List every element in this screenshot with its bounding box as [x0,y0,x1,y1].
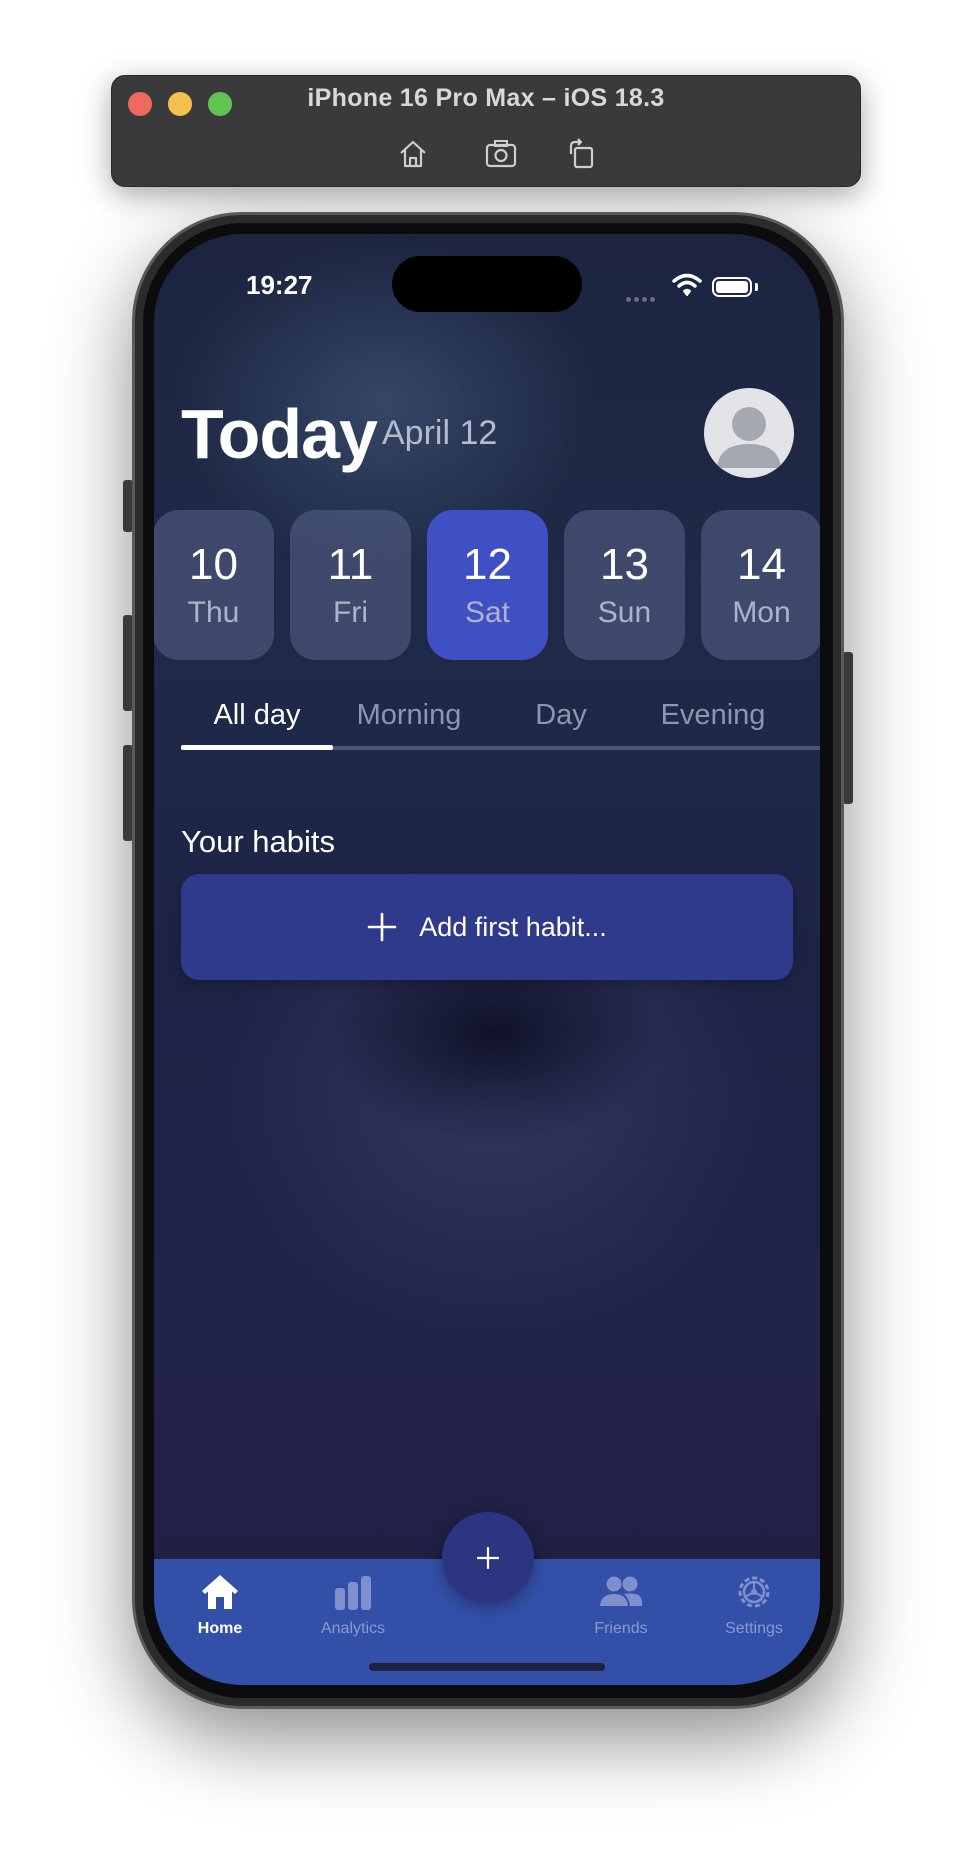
home-icon[interactable] [395,136,431,172]
day-card-12-selected[interactable]: 12 Sat [427,510,548,660]
day-number: 11 [327,540,374,589]
day-name: Sun [597,596,652,629]
day-name: Fri [333,596,368,629]
app-screen: 19:27 Today April 12 10 Thu 11 Fri 12 Sa… [154,234,820,1685]
day-number: 13 [600,540,649,589]
wifi-icon [672,272,702,303]
tab-label: Home [197,1620,243,1637]
cellular-icon [626,289,658,307]
person-icon [717,407,781,468]
tab-label: Friends [594,1620,648,1637]
day-card-14[interactable]: 14 Mon [701,510,820,660]
battery-icon [712,277,752,297]
tab-home[interactable]: Home [165,1572,275,1638]
day-number: 14 [737,540,786,589]
page-date: April 12 [382,414,498,452]
people-icon [600,1576,643,1606]
tab-all-day[interactable]: All day [181,699,333,732]
tab-friends[interactable]: Friends [566,1572,676,1638]
section-title-habits: Your habits [181,824,335,859]
simulator-title: iPhone 16 Pro Max – iOS 18.3 [307,84,665,112]
day-card-11[interactable]: 11 Fri [290,510,411,660]
page-title: Today [181,395,378,473]
day-card-13[interactable]: 13 Sun [564,510,685,660]
add-first-habit-button[interactable]: Add first habit... [181,874,793,980]
day-card-10[interactable]: 10 Thu [154,510,274,660]
dynamic-island [392,256,582,312]
day-name: Thu [187,596,240,629]
add-habit-label: Add first habit... [419,911,607,942]
plus-icon [367,912,397,942]
tab-label: Analytics [320,1620,386,1637]
day-name: Mon [732,596,791,629]
home-icon [202,1575,238,1609]
tab-evening[interactable]: Evening [637,699,789,732]
battery-cap [755,283,758,291]
day-number: 10 [189,540,238,589]
tab-analytics[interactable]: Analytics [298,1572,408,1638]
tab-day[interactable]: Day [485,699,637,732]
status-time: 19:27 [246,270,313,300]
day-name: Sat [464,596,511,629]
bar-chart-icon [335,1576,371,1610]
home-indicator [369,1663,605,1671]
avatar[interactable] [704,388,794,478]
day-number: 12 [463,540,512,589]
tab-settings[interactable]: Settings [699,1572,809,1638]
screenshot-icon[interactable] [483,136,519,172]
add-button[interactable] [442,1512,534,1604]
tab-label: Settings [725,1620,783,1637]
rotate-icon[interactable] [563,136,599,172]
tab-morning[interactable]: Morning [333,699,485,732]
tab-indicator [181,745,333,750]
power-button[interactable] [843,652,853,804]
plus-icon [477,1547,499,1569]
gear-icon [738,1576,770,1608]
